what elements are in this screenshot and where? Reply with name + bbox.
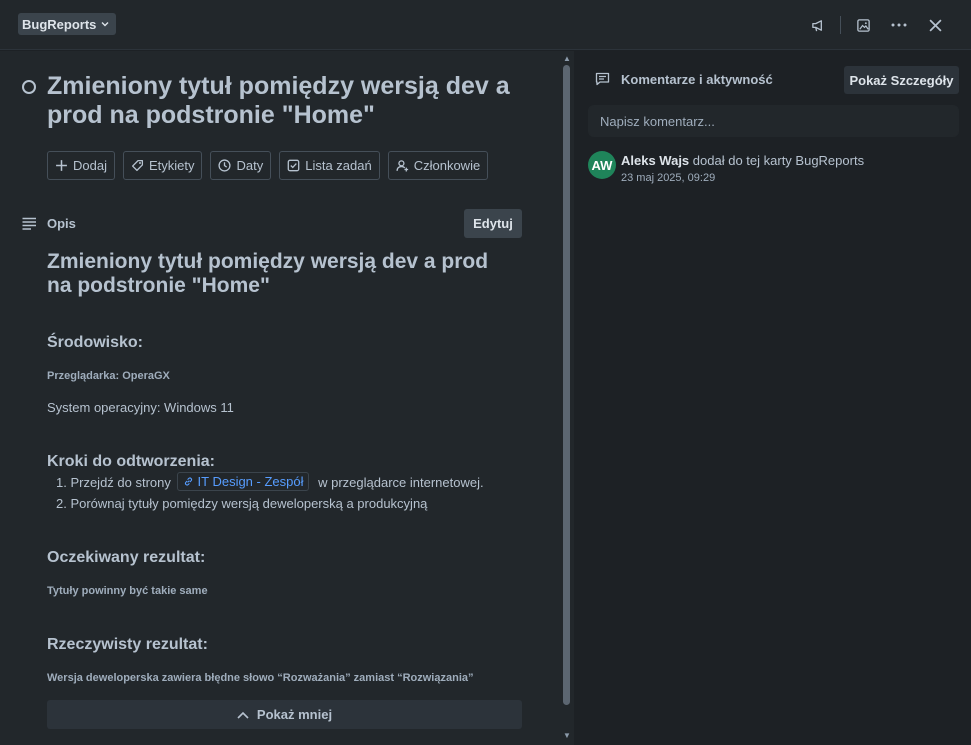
description-label: Opis bbox=[47, 216, 76, 231]
checklist-button-label: Lista zadań bbox=[305, 158, 372, 173]
description-heading: Zmieniony tytuł pomiędzy wersją dev a pr… bbox=[47, 250, 489, 297]
description-icon bbox=[22, 217, 36, 230]
steps-heading: Kroki do odtworzenia: bbox=[47, 453, 215, 470]
step-1: 1. Przejdź do strony IT Design - Zespół … bbox=[56, 472, 484, 491]
step-1-prefix: 1. Przejdź do strony bbox=[56, 475, 171, 490]
list-name: BugReports bbox=[22, 16, 97, 32]
tag-icon bbox=[131, 159, 143, 172]
scroll-up-icon[interactable]: ▲ bbox=[563, 54, 571, 63]
step-1-suffix: w przeglądarce internetowej. bbox=[318, 475, 484, 490]
show-details-button[interactable]: Pokaż Szczegóły bbox=[844, 66, 959, 94]
close-icon[interactable] bbox=[917, 12, 953, 38]
scroll-thumb[interactable] bbox=[563, 65, 570, 705]
activity-text: dodał do tej karty BugReports bbox=[692, 153, 865, 168]
image-icon[interactable] bbox=[845, 12, 881, 38]
activity-entry: Aleks Wajs dodał do tej karty BugReports bbox=[621, 153, 864, 168]
clock-icon bbox=[218, 159, 232, 172]
show-less-label: Pokaż mniej bbox=[256, 707, 333, 722]
plus-icon bbox=[56, 160, 67, 171]
activity-timestamp[interactable]: 23 maj 2025, 09:29 bbox=[621, 172, 715, 184]
comments-label: Komentarze i aktywność bbox=[621, 72, 773, 87]
more-icon[interactable] bbox=[881, 12, 917, 38]
add-button[interactable]: Dodaj bbox=[47, 151, 115, 180]
complete-checkbox-icon[interactable] bbox=[22, 80, 36, 94]
scrollbar[interactable]: ▲ ▼ bbox=[560, 51, 574, 745]
top-bar: BugReports bbox=[0, 0, 971, 50]
actual-heading: Rzeczywisty rezultat: bbox=[47, 636, 208, 653]
card-actions: Dodaj Etykiety Daty Lista zadań Członkow… bbox=[47, 151, 489, 180]
page-link[interactable]: IT Design - Zespół bbox=[176, 472, 310, 491]
labels-button[interactable]: Etykiety bbox=[122, 151, 203, 180]
divider bbox=[840, 16, 841, 34]
activity-user[interactable]: Aleks Wajs bbox=[621, 153, 689, 168]
environment-heading: Środowisko: bbox=[47, 334, 144, 351]
expected-heading: Oczekiwany rezultat: bbox=[47, 549, 206, 566]
user-add-icon bbox=[396, 160, 408, 172]
comment-icon bbox=[595, 72, 610, 86]
megaphone-icon[interactable] bbox=[800, 12, 836, 38]
checklist-button[interactable]: Lista zadań bbox=[279, 151, 380, 180]
dates-button-label: Daty bbox=[236, 158, 264, 173]
actual-text: Wersja deweloperska zawiera błędne słowo… bbox=[47, 672, 474, 684]
edit-description-button[interactable]: Edytuj bbox=[464, 209, 522, 238]
list-selector[interactable]: BugReports bbox=[18, 13, 117, 35]
scroll-down-icon[interactable]: ▼ bbox=[563, 731, 571, 740]
chevron-up-icon bbox=[237, 711, 249, 719]
card-title[interactable]: Zmieniony tytuł pomiędzy wersją dev a pr… bbox=[47, 72, 527, 130]
step-2: 2. Porównaj tytuły pomiędzy wersją dewel… bbox=[56, 496, 428, 511]
comment-input[interactable]: Napisz komentarz... bbox=[588, 105, 959, 137]
expected-text: Tytuły powinny być takie same bbox=[47, 585, 208, 597]
members-button[interactable]: Członkowie bbox=[387, 151, 489, 180]
members-button-label: Członkowie bbox=[413, 158, 481, 173]
page-link-label: IT Design - Zespół bbox=[197, 474, 304, 489]
show-less-button[interactable]: Pokaż mniej bbox=[47, 700, 522, 729]
checkbox-icon bbox=[287, 159, 300, 172]
labels-button-label: Etykiety bbox=[148, 158, 195, 173]
browser-text: Przeglądarka: OperaGX bbox=[47, 370, 170, 382]
link-icon bbox=[184, 477, 192, 486]
dates-button[interactable]: Daty bbox=[210, 151, 272, 180]
add-button-label: Dodaj bbox=[73, 158, 107, 173]
avatar[interactable]: AW bbox=[588, 151, 616, 179]
os-text: System operacyjny: Windows 11 bbox=[47, 400, 234, 415]
chevron-down-icon bbox=[101, 22, 109, 27]
